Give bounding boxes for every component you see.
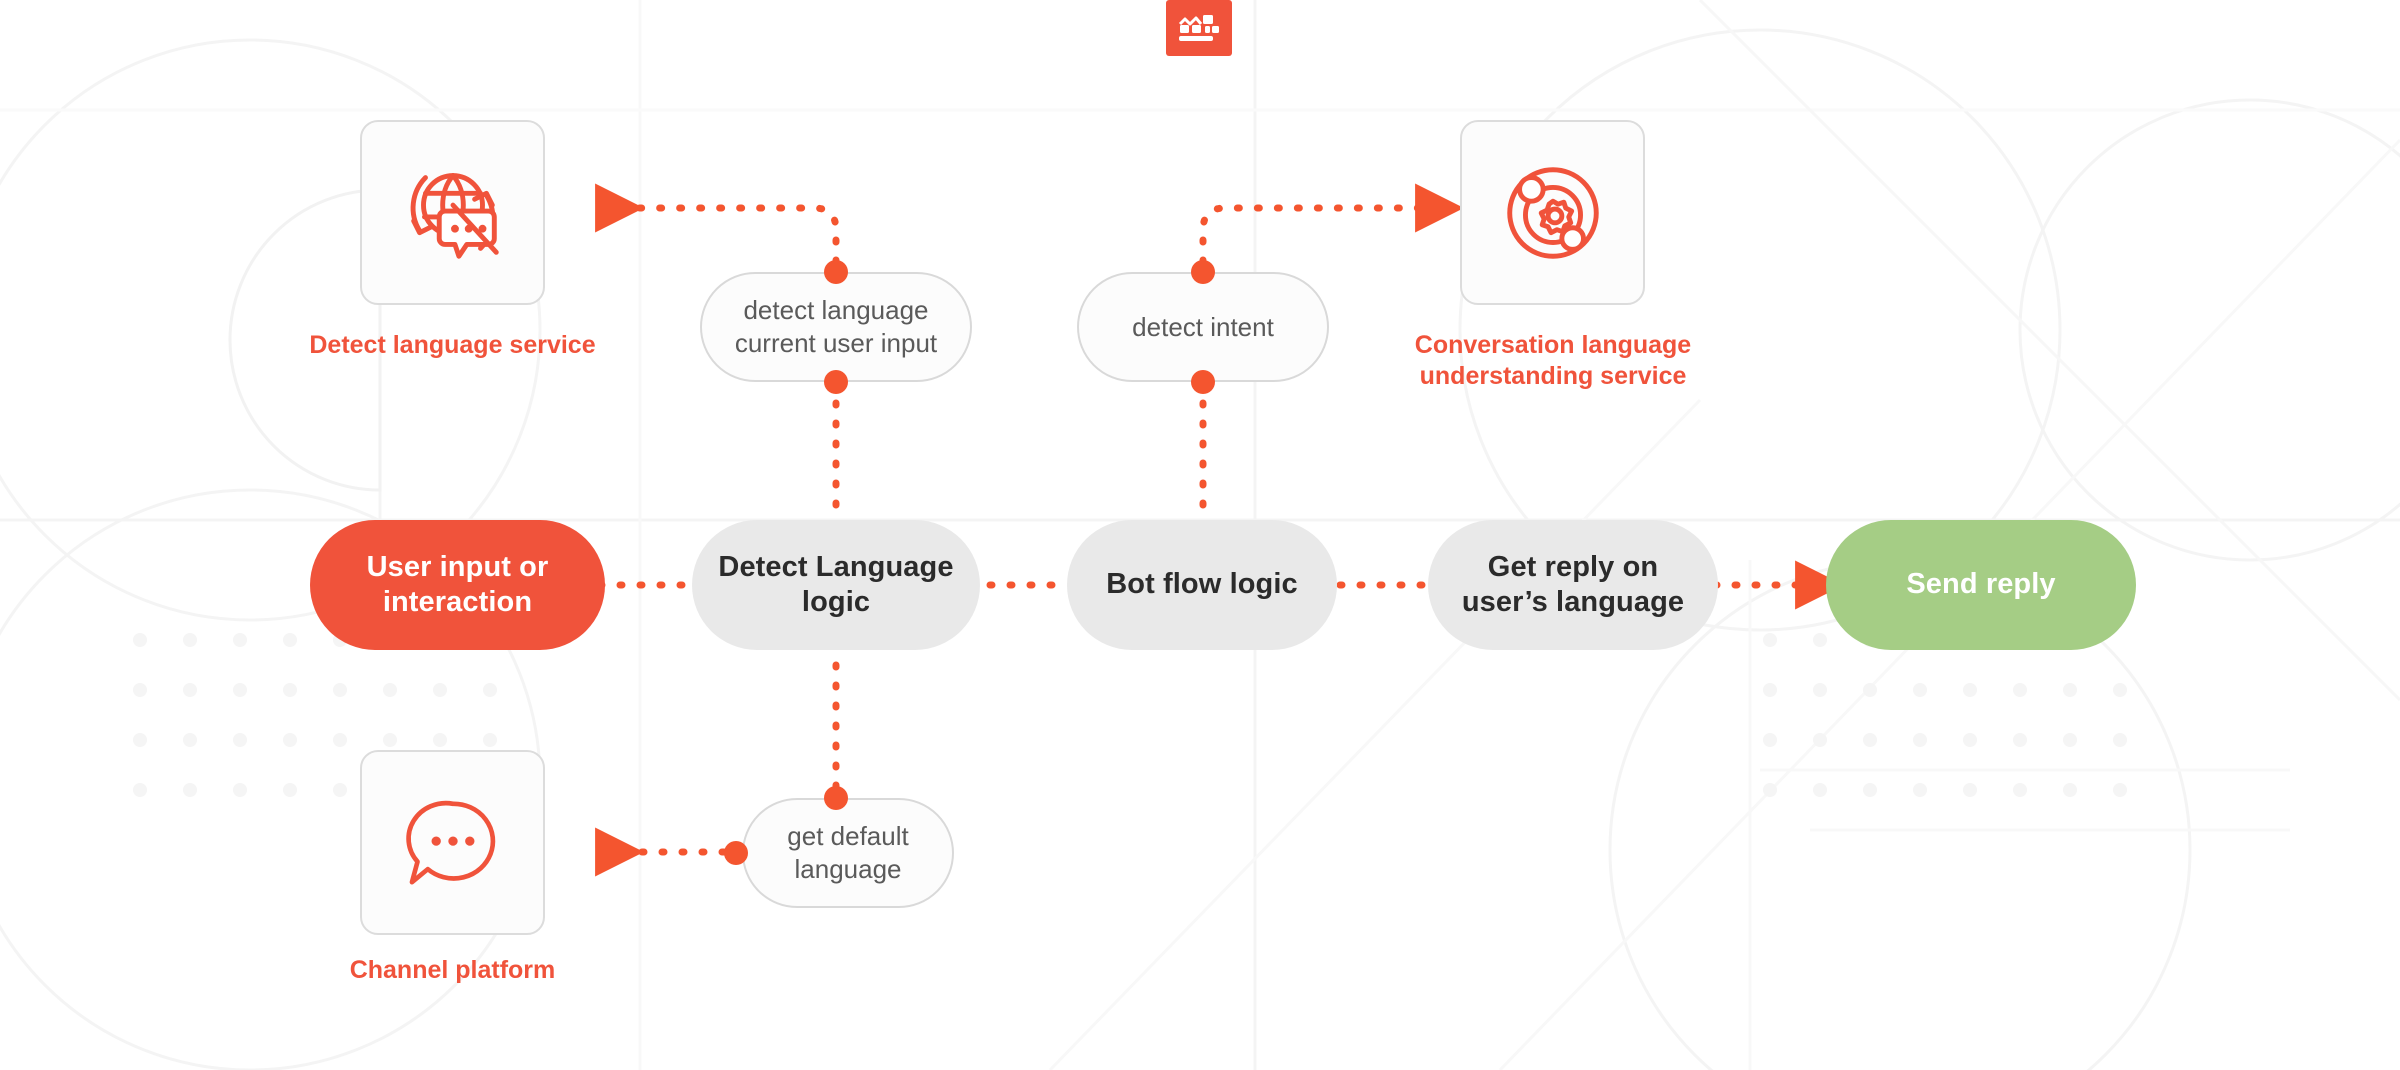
connector-dot-op2-top [1191, 260, 1215, 284]
connector-dot-op2-bottom [1191, 370, 1215, 394]
flow-node-bot-flow-logic[interactable]: Bot flow logic [1067, 520, 1337, 650]
service-card-clu[interactable] [1460, 120, 1645, 305]
service-label-channel-platform-text: Channel platform [349, 956, 556, 984]
operation-detect-language-current-user-input[interactable]: detect language current user input [700, 272, 972, 382]
connector-dot-op3-left [724, 841, 748, 865]
flow-node-user-input-label: User input or interaction [366, 550, 549, 618]
connector-dot-op1-bottom [824, 370, 848, 394]
service-label-clu: Conversation language understanding serv… [1378, 330, 1728, 392]
orbit-gear-icon [1506, 166, 1599, 259]
flow-node-send-reply[interactable]: Send reply [1826, 520, 2136, 650]
service-card-detect-language[interactable] [360, 120, 545, 305]
service-card-channel-platform[interactable] [360, 750, 545, 935]
chat-bubble-dots-icon [405, 800, 495, 885]
brand-logo[interactable] [1166, 0, 1232, 56]
operation-detect-intent[interactable]: detect intent [1077, 272, 1329, 382]
flow-node-get-reply-label: Get reply on user’s language [1461, 550, 1685, 618]
connector-dot-op3-top [824, 786, 848, 810]
operation-get-default-language-label: get default language [787, 821, 909, 884]
service-label-clu-text: Conversation language understanding serv… [1414, 331, 1692, 390]
connector-dot-op1-top [824, 260, 848, 284]
operation-detect-intent-label: detect intent [1132, 311, 1274, 342]
operation-get-default-language[interactable]: get default language [742, 798, 954, 908]
flow-node-user-input[interactable]: User input or interaction [310, 520, 605, 650]
link-op-to-detect-language-service [595, 183, 840, 266]
flow-node-detect-language-logic-label: Detect Language logic [718, 550, 954, 618]
operation-detect-language-current-user-input-label: detect language current user input [734, 295, 938, 358]
diagram-canvas: Detect language service Conversation lan… [0, 0, 2400, 1070]
service-label-detect-language: Detect language service [280, 330, 625, 361]
globe-translate-icon [410, 172, 499, 259]
flow-node-detect-language-logic[interactable]: Detect Language logic [692, 520, 980, 650]
service-label-channel-platform: Channel platform [300, 955, 605, 986]
service-label-detect-language-text: Detect language service [309, 331, 596, 359]
flow-node-get-reply[interactable]: Get reply on user’s language [1428, 520, 1718, 650]
flow-node-send-reply-label: Send reply [1906, 568, 2056, 601]
brand-blocks-icon [1178, 15, 1219, 41]
link-op-to-clu-service [1199, 183, 1465, 266]
flow-node-bot-flow-logic-label: Bot flow logic [1106, 568, 1298, 601]
